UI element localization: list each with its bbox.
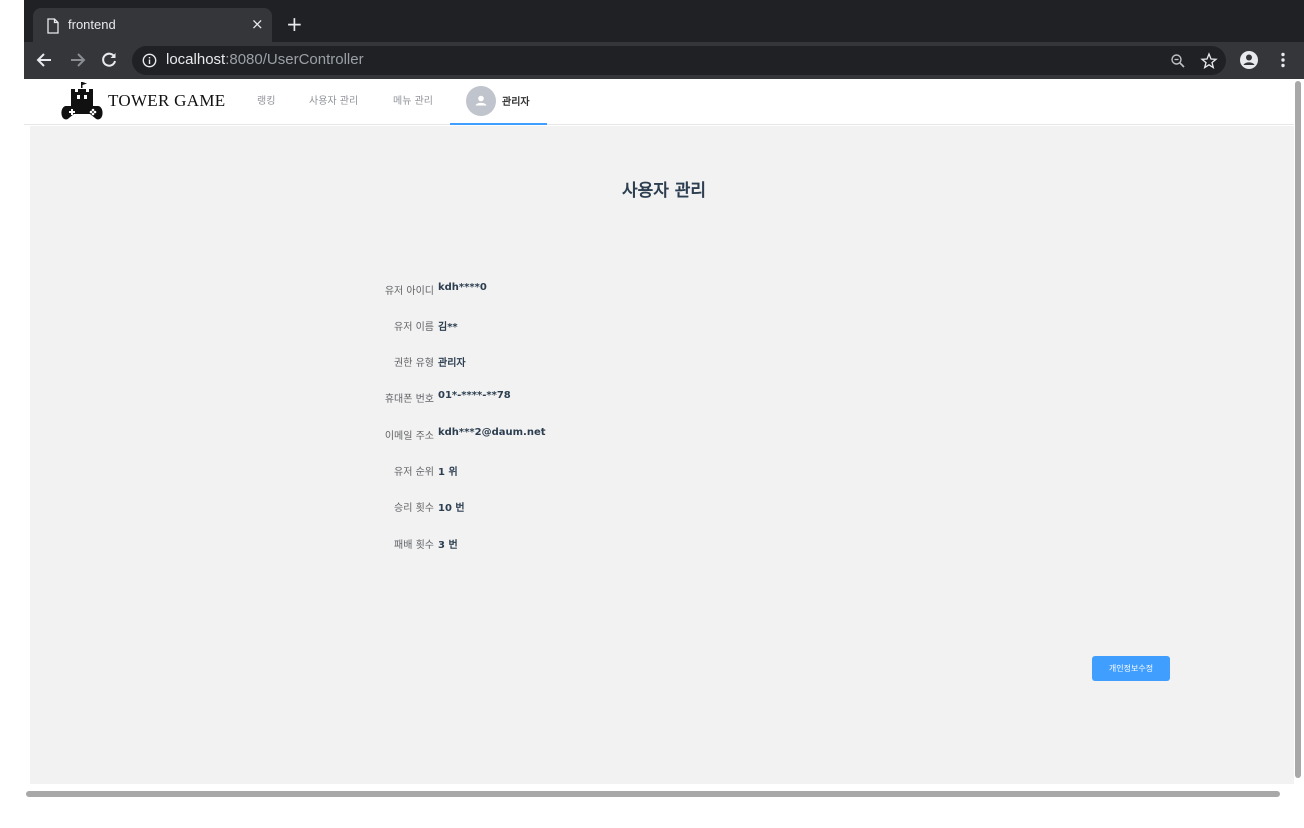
address-bar[interactable]: localhost:8080/UserController — [132, 46, 1226, 75]
url-host: localhost — [166, 51, 226, 68]
menu-dots-icon[interactable] — [1273, 50, 1293, 70]
field-value: 01*-****-**78 — [438, 390, 511, 401]
info-row-phone: 휴대폰 번호 01*-****-**78 — [330, 390, 730, 410]
horizontal-scrollbar-thumb[interactable] — [26, 791, 1280, 797]
castle-gamepad-logo-icon[interactable] — [60, 81, 104, 123]
main-content: 사용자 관리 유저 아이디 kdh****0 유저 이름 김** 권한 유형 관… — [30, 126, 1294, 784]
forward-icon[interactable] — [66, 49, 88, 71]
field-label: 승리 횟수 — [394, 503, 434, 514]
zoom-icon[interactable] — [1169, 52, 1187, 70]
nav-ranking[interactable]: 랭킹 — [257, 92, 275, 107]
info-icon[interactable] — [142, 53, 157, 68]
vertical-scrollbar-thumb[interactable] — [1295, 81, 1301, 778]
field-value: 관리자 — [438, 358, 466, 369]
bookmark-star-icon[interactable] — [1200, 52, 1218, 70]
document-icon — [47, 18, 59, 34]
user-icon — [475, 95, 487, 106]
field-label: 유저 순위 — [394, 467, 434, 478]
info-row-user-id: 유저 아이디 kdh****0 — [330, 282, 730, 302]
info-row-user-name: 유저 이름 김** — [330, 318, 730, 338]
nav-menu-management[interactable]: 메뉴 관리 — [393, 92, 433, 107]
tab-close-icon[interactable]: × — [251, 15, 264, 33]
field-label: 권한 유형 — [394, 358, 434, 369]
back-icon[interactable] — [34, 49, 56, 71]
app-header: TOWER GAME 랭킹 사용자 관리 메뉴 관리 관리자 — [24, 79, 1294, 125]
info-row-role: 권한 유형 관리자 — [330, 354, 730, 374]
profile-icon[interactable] — [1239, 50, 1259, 70]
vertical-scrollbar[interactable] — [1294, 79, 1304, 784]
new-tab-icon[interactable]: + — [286, 12, 303, 36]
browser-window: frontend × + localhost:8080/UserControll… — [24, 0, 1304, 828]
field-label: 유저 이름 — [394, 322, 434, 333]
field-label: 휴대폰 번호 — [384, 394, 434, 405]
browser-toolbar: localhost:8080/UserController — [24, 42, 1304, 79]
brand-name[interactable]: TOWER GAME — [108, 91, 225, 111]
field-value: 1 위 — [438, 467, 458, 478]
info-row-rank: 유저 순위 1 위 — [330, 463, 730, 483]
tab-strip: frontend × + — [24, 0, 1304, 42]
field-value: kdh***2@daum.net — [438, 427, 546, 438]
info-row-email: 이메일 주소 kdh***2@daum.net — [330, 427, 730, 447]
page-viewport: TOWER GAME 랭킹 사용자 관리 메뉴 관리 관리자 사용자 관리 유저… — [24, 79, 1304, 828]
field-value: 10 번 — [438, 503, 465, 514]
field-value: 김** — [438, 322, 458, 333]
field-label: 유저 아이디 — [384, 286, 434, 297]
field-value: 3 번 — [438, 540, 458, 551]
nav-user-management[interactable]: 사용자 관리 — [309, 92, 358, 107]
field-label: 패배 횟수 — [394, 540, 434, 551]
field-label: 이메일 주소 — [384, 431, 434, 442]
page-title: 사용자 관리 — [621, 181, 707, 201]
url-path: :8080/UserController — [225, 51, 364, 68]
tab-title: frontend — [68, 17, 116, 32]
info-row-losses: 패배 횟수 3 번 — [330, 536, 730, 556]
field-value: kdh****0 — [438, 282, 487, 293]
edit-profile-button[interactable]: 개인정보수정 — [1092, 656, 1170, 681]
nav-admin-label: 관리자 — [502, 97, 530, 108]
reload-icon[interactable] — [98, 49, 120, 71]
info-row-wins: 승리 횟수 10 번 — [330, 499, 730, 519]
nav-admin[interactable]: 관리자 — [450, 79, 547, 125]
browser-tab[interactable]: frontend × — [33, 8, 272, 42]
avatar — [466, 86, 496, 116]
url-text[interactable]: localhost:8080/UserController — [166, 51, 364, 68]
